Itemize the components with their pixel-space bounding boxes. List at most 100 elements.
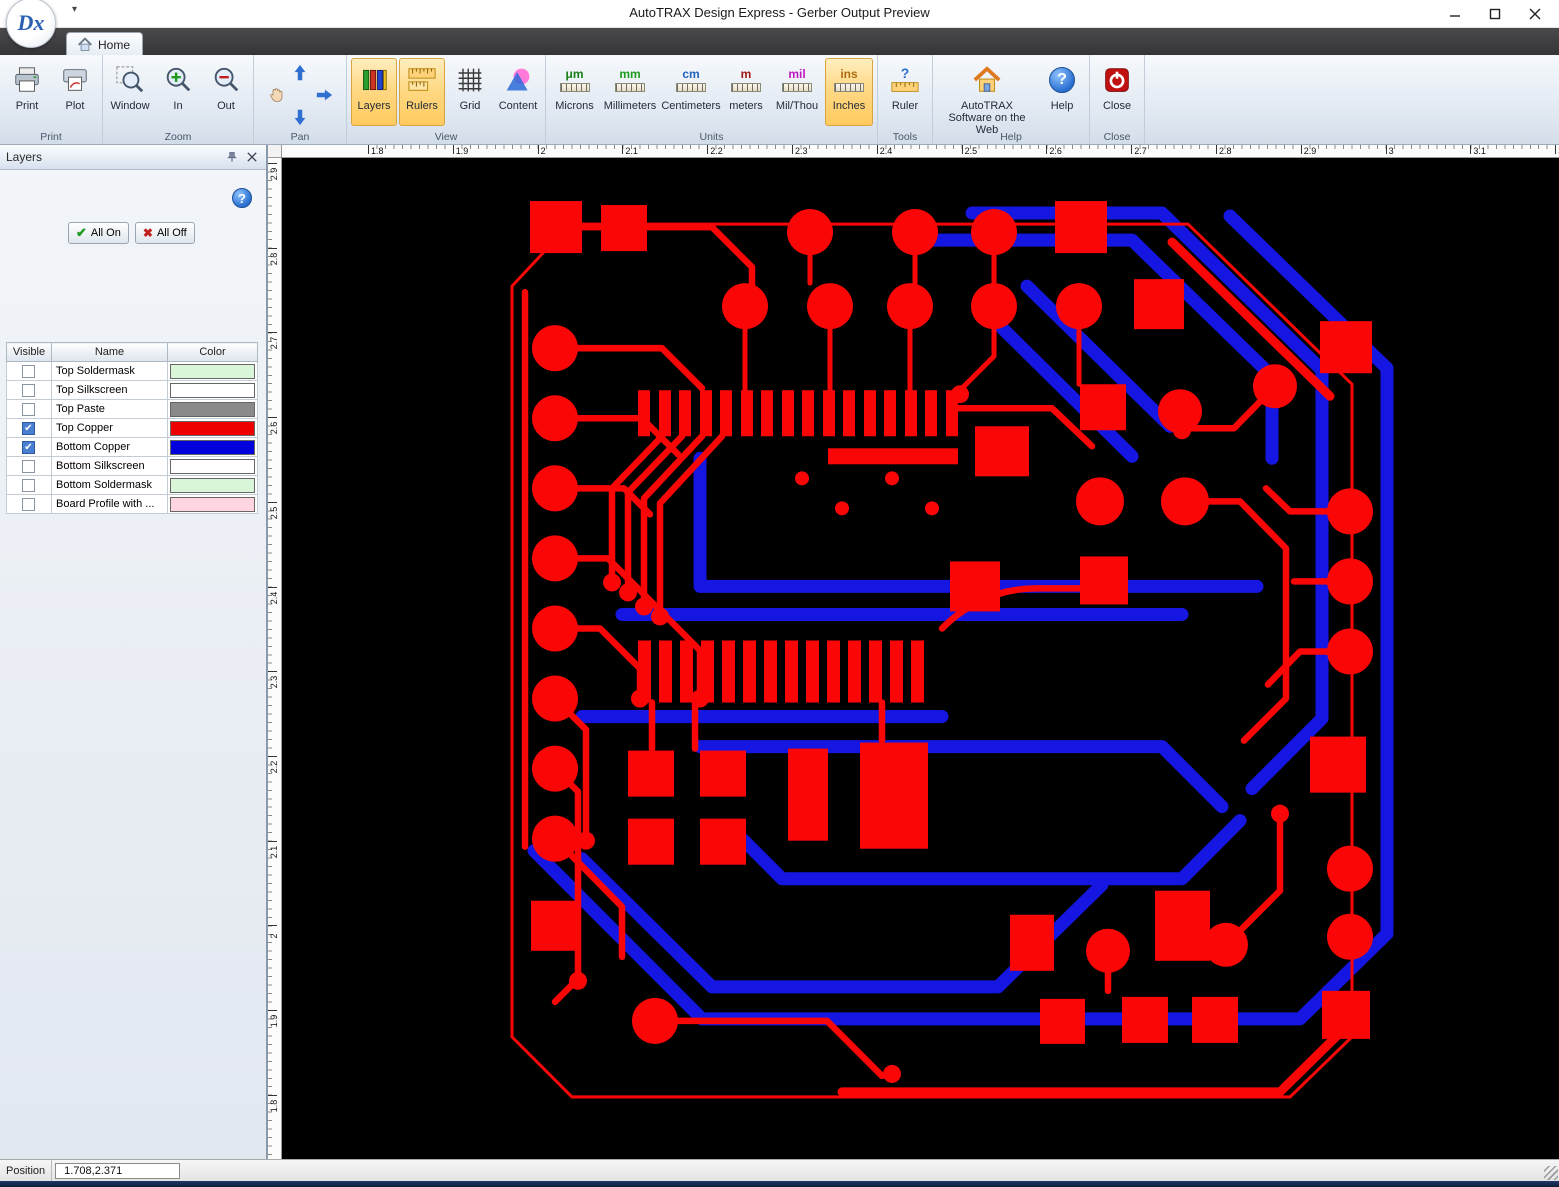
rulers-toggle-button[interactable]: Rulers	[399, 58, 445, 126]
window-bottom-edge	[0, 1181, 1559, 1187]
zoom-window-button[interactable]: Window	[107, 58, 153, 126]
layer-color-swatch[interactable]	[170, 458, 255, 474]
ruler-tick	[537, 145, 539, 154]
grid-toggle-button[interactable]: Grid	[447, 58, 493, 126]
layer-row[interactable]: Bottom Silkscreen	[6, 456, 258, 476]
units-millimeters-button[interactable]: mm Millimeters	[601, 58, 659, 126]
panel-help-button[interactable]: ?	[232, 188, 252, 208]
layer-color-swatch[interactable]	[170, 363, 255, 379]
print-button[interactable]: Print	[4, 58, 50, 126]
content-toggle-button[interactable]: Content	[495, 58, 541, 126]
zoom-out-icon	[209, 62, 243, 98]
ruler-label: 2.7	[1134, 146, 1147, 156]
units-meters-button[interactable]: m meters	[723, 58, 769, 126]
layer-visible-checkbox[interactable]	[22, 383, 35, 397]
layer-color-swatch[interactable]	[170, 477, 255, 493]
minimize-button[interactable]	[1435, 0, 1475, 28]
millimeters-unit-icon: mm	[619, 67, 641, 81]
app-logo[interactable]: Dx	[6, 0, 56, 48]
zoom-in-button[interactable]: In	[155, 58, 201, 126]
all-on-button[interactable]: ✔ All On	[68, 222, 129, 244]
layer-row[interactable]: Board Profile with ...	[6, 494, 258, 514]
layer-color-swatch[interactable]	[170, 420, 255, 436]
layer-row[interactable]: Top Soldermask	[6, 361, 258, 381]
tab-home[interactable]: Home	[66, 32, 144, 55]
ruler-tool-button[interactable]: ? Ruler	[882, 58, 928, 126]
help-button[interactable]: ? Help	[1039, 58, 1085, 126]
ruler-tick	[707, 145, 709, 154]
rulers-icon	[405, 62, 439, 98]
units-centimeters-button[interactable]: cm Centimeters	[661, 58, 721, 126]
resize-grip[interactable]	[1544, 1166, 1558, 1180]
close-preview-button[interactable]: Close	[1094, 58, 1140, 126]
all-off-button[interactable]: ✖ All Off	[134, 222, 195, 244]
plotter-icon	[58, 62, 92, 98]
quick-access-dropdown[interactable]: ▾	[72, 4, 77, 15]
ruler-tick	[268, 586, 277, 588]
layer-row[interactable]: ✔ Top Copper	[6, 418, 258, 438]
autotrax-web-button[interactable]: AutoTRAX Software on the Web	[937, 58, 1037, 137]
layer-color-swatch[interactable]	[170, 401, 255, 417]
layer-name[interactable]: Bottom Copper	[51, 437, 168, 457]
ruler-tick	[268, 163, 277, 164]
column-header-name[interactable]: Name	[51, 342, 168, 362]
ruler-label: 2.3	[795, 146, 808, 156]
layer-name[interactable]: Top Silkscreen	[51, 380, 168, 400]
ruler-tick	[792, 145, 793, 154]
layer-row[interactable]: Top Paste	[6, 399, 258, 419]
ribbon-group-print: Print Plot Print	[0, 55, 103, 144]
gerber-preview-canvas[interactable]	[282, 158, 1559, 1159]
layer-visible-checkbox[interactable]	[22, 497, 35, 511]
layer-name[interactable]: Top Paste	[51, 399, 168, 419]
maximize-button[interactable]	[1475, 0, 1515, 28]
mil-unit-icon: mil	[788, 67, 806, 81]
ruler-tick	[268, 755, 277, 757]
pin-icon[interactable]	[224, 149, 240, 165]
pan-right-button[interactable]	[315, 86, 333, 104]
layer-color-swatch[interactable]	[170, 439, 255, 455]
ruler-label: 2.6	[269, 421, 279, 435]
layer-visible-checkbox[interactable]	[22, 459, 35, 473]
ruler-tick	[268, 417, 277, 419]
units-microns-button[interactable]: μm Microns	[550, 58, 599, 126]
layers-toggle-button[interactable]: Layers	[351, 58, 397, 126]
pan-down-button[interactable]	[291, 108, 309, 126]
ruler-label: 2.4	[269, 591, 279, 604]
check-icon: ✔	[76, 225, 87, 240]
column-header-color[interactable]: Color	[167, 342, 258, 362]
layer-name[interactable]: Board Profile with ...	[51, 494, 168, 514]
layer-name[interactable]: Bottom Silkscreen	[51, 456, 168, 476]
units-inches-button[interactable]: ins Inches	[825, 58, 873, 126]
horizontal-ruler: 1.81.922.12.22.32.42.52.62.72.82.933.13.…	[282, 145, 1559, 158]
app-window: Dx ▾ AutoTRAX Design Express - Gerber Ou…	[0, 0, 1559, 1187]
layer-row[interactable]: Top Silkscreen	[6, 380, 258, 400]
layer-name[interactable]: Bottom Soldermask	[51, 475, 168, 495]
ribbon: Print Plot Print Window In Out Zoom Pan …	[0, 55, 1559, 145]
layer-visible-checkbox[interactable]: ✔	[22, 440, 35, 454]
panel-close-icon[interactable]	[244, 149, 260, 165]
ruler-label: 2.4	[879, 146, 893, 156]
layer-name[interactable]: Top Soldermask	[51, 361, 168, 381]
zoom-out-button[interactable]: Out	[203, 58, 249, 126]
pan-hand-icon[interactable]	[267, 86, 285, 104]
layer-row[interactable]: ✔ Bottom Copper	[6, 437, 258, 457]
group-label-help: Help	[1000, 131, 1022, 143]
ruler-label: 1.8	[371, 146, 384, 156]
pan-up-button[interactable]	[291, 64, 309, 82]
plot-button[interactable]: Plot	[52, 58, 98, 126]
group-label-view: View	[434, 131, 458, 143]
close-window-button[interactable]	[1515, 0, 1555, 28]
layer-visible-checkbox[interactable]	[22, 364, 35, 378]
units-mil-button[interactable]: mil Mil/Thou	[771, 58, 823, 126]
layer-visible-checkbox[interactable]	[22, 478, 35, 492]
content-icon	[501, 62, 535, 98]
ruler-tick	[368, 145, 369, 154]
ruler-label: 2.3	[269, 675, 279, 689]
layer-color-swatch[interactable]	[170, 382, 255, 398]
layer-visible-checkbox[interactable]	[22, 402, 35, 416]
layer-visible-checkbox[interactable]: ✔	[22, 421, 35, 435]
layer-color-swatch[interactable]	[170, 496, 255, 512]
layer-name[interactable]: Top Copper	[51, 418, 168, 438]
layer-row[interactable]: Bottom Soldermask	[6, 475, 258, 495]
column-header-visible[interactable]: Visible	[6, 342, 52, 362]
